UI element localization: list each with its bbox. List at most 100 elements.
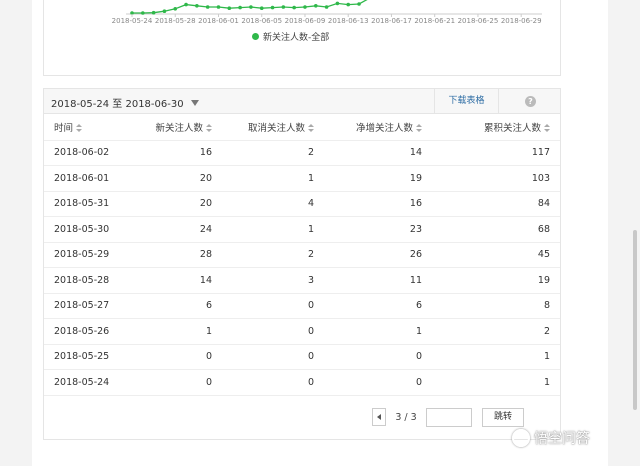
data-point[interactable] (238, 5, 242, 10)
chart-legend[interactable]: 新关注人数-全部 (252, 30, 329, 43)
table-header-row: 时间 新关注人数 取消关注人数 净增关注人数 累积关注人数 (44, 114, 560, 141)
table-cell: 1 (432, 344, 560, 370)
legend-dot-icon (252, 33, 259, 40)
table-cell: 0 (322, 344, 432, 370)
table-cell: 0 (134, 344, 220, 370)
table-cell: 3 (220, 267, 322, 294)
pagination: 3 / 3 跳转 (372, 407, 524, 427)
table-cell: 14 (134, 267, 220, 294)
table-cell: 0 (220, 318, 322, 345)
data-point[interactable] (313, 4, 318, 8)
table-cell: 0 (322, 369, 432, 396)
data-point[interactable] (357, 2, 361, 6)
x-tick-label: 2018-05-28 (155, 17, 196, 25)
page-number-input[interactable] (426, 407, 472, 427)
x-tick-label: 2018-06-29 (501, 17, 542, 25)
prev-page-button[interactable] (372, 408, 386, 426)
table-cell: 11 (322, 267, 432, 294)
table-cell: 2 (220, 140, 322, 166)
sort-icon (544, 123, 550, 133)
data-point[interactable] (216, 5, 221, 9)
table-cell: 103 (432, 165, 560, 192)
download-table-button[interactable]: 下载表格 (434, 89, 498, 113)
help-icon[interactable]: ? (525, 96, 536, 107)
table-row: 2018-06-01 20 1 19 103 (44, 165, 560, 192)
data-point[interactable] (324, 5, 329, 9)
date-range-label: 2018-05-24 至 2018-06-30 (51, 99, 184, 110)
column-header-new-followers[interactable]: 新关注人数 (134, 114, 220, 141)
data-point[interactable] (335, 1, 340, 6)
data-point[interactable] (173, 7, 178, 11)
table-cell: 23 (322, 216, 432, 243)
data-table-card: 2018-05-24 至 2018-06-30 下载表格 ? 时间 新关注人数 … (43, 88, 561, 440)
table-cell: 2018-06-02 (44, 140, 134, 166)
table-cell: 1 (322, 318, 432, 345)
table-cell: 6 (134, 293, 220, 319)
data-point[interactable] (259, 6, 264, 10)
x-tick-label: 2018-06-05 (241, 17, 282, 25)
line-chart: 2018-05-24 2018-05-28 2018-06-01 2018-06-05… (112, 0, 542, 25)
data-point[interactable] (184, 2, 188, 7)
table-row: 2018-05-31 20 4 16 84 (44, 191, 560, 217)
jump-button[interactable]: 跳转 (482, 407, 524, 427)
table-cell: 2018-06-01 (44, 165, 134, 192)
column-header-net-growth[interactable]: 净增关注人数 (322, 114, 432, 141)
x-tick-label: 2018-06-01 (198, 17, 239, 25)
table-cell: 1 (220, 216, 322, 243)
legend-label: 新关注人数-全部 (263, 33, 330, 43)
table-cell: 16 (322, 191, 432, 217)
table-cell: 19 (322, 165, 432, 192)
data-point[interactable] (205, 5, 210, 9)
x-tick-label: 2018-06-17 (371, 17, 412, 25)
data-point[interactable] (151, 10, 156, 15)
data-point[interactable] (162, 9, 167, 13)
data-point[interactable] (270, 5, 275, 10)
table-cell: 8 (432, 293, 560, 319)
column-header-cumulative[interactable]: 累积关注人数 (432, 114, 560, 141)
table-cell: 24 (134, 216, 220, 243)
table-cell: 2 (220, 242, 322, 268)
x-tick-label: 2018-06-25 (458, 17, 499, 25)
table-cell: 6 (322, 293, 432, 319)
x-tick-label: 2018-06-13 (328, 17, 369, 25)
data-point[interactable] (292, 5, 296, 10)
table-cell: 0 (134, 369, 220, 396)
chart-card: 2018-05-24 2018-05-28 2018-06-01 2018-06-05… (43, 0, 561, 76)
table-cell: 68 (432, 216, 560, 243)
table-cell: 2018-05-31 (44, 191, 134, 217)
data-point[interactable] (249, 5, 253, 9)
table-cell: 20 (134, 165, 220, 192)
x-tick-label: 2018-05-24 (112, 17, 153, 25)
chevron-left-icon (377, 414, 381, 420)
table-cell: 20 (134, 191, 220, 217)
sort-icon (206, 123, 212, 133)
date-range-picker[interactable]: 2018-05-24 至 2018-06-30 (51, 95, 199, 110)
table-cell: 2018-05-30 (44, 216, 134, 243)
column-header-unfollows[interactable]: 取消关注人数 (220, 114, 322, 141)
table-cell: 84 (432, 191, 560, 217)
scrollbar[interactable] (633, 230, 637, 410)
table-row: 2018-05-24 0 0 0 1 (44, 369, 560, 396)
data-point[interactable] (303, 5, 307, 9)
table-cell: 45 (432, 242, 560, 268)
data-point[interactable] (346, 2, 351, 7)
table-cell: 26 (322, 242, 432, 268)
data-point[interactable] (227, 6, 232, 10)
watermark-logo-icon (512, 429, 530, 447)
table-cell: 14 (322, 140, 432, 166)
table-cell: 28 (134, 242, 220, 268)
data-point[interactable] (141, 11, 145, 15)
table-row: 2018-05-27 6 0 6 8 (44, 293, 560, 319)
table-cell: 0 (220, 369, 322, 396)
column-header-date[interactable]: 时间 (44, 114, 134, 141)
table-cell: 0 (220, 344, 322, 370)
sort-icon (416, 123, 422, 133)
x-tick-label: 2018-06-21 (414, 17, 455, 25)
watermark-text: 悟空问答 (534, 431, 590, 447)
x-tick-label: 2018-06-09 (285, 17, 326, 25)
table-cell: 2018-05-24 (44, 369, 134, 396)
table-cell: 1 (220, 165, 322, 192)
data-point[interactable] (195, 4, 199, 8)
table-cell: 2018-05-27 (44, 293, 134, 319)
data-point[interactable] (281, 5, 286, 9)
